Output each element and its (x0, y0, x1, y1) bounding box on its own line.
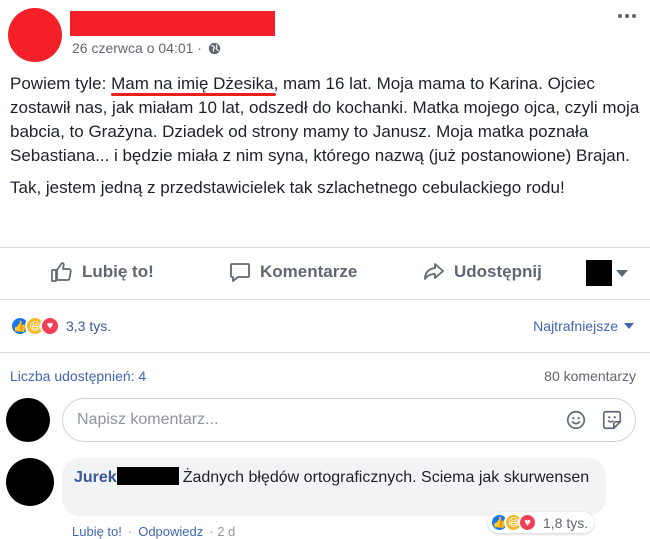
emoji-icon[interactable] (565, 409, 587, 431)
audience-selector[interactable] (586, 260, 628, 286)
more-options-icon[interactable] (618, 14, 636, 18)
author-avatar-redacted[interactable] (8, 8, 62, 62)
redacted-avatar-small (586, 260, 612, 286)
post-body: Powiem tyle: Mam na imię Dżesika, mam 16… (10, 72, 640, 208)
sort-label: Najtrafniejsze (533, 318, 618, 334)
share-arrow-icon (424, 263, 444, 280)
like-button[interactable]: Lubię to! (50, 260, 154, 284)
comment-sort-dropdown[interactable]: Najtrafniejsze (533, 318, 634, 334)
reactions-summary[interactable]: 👍 😆 ♥ 3,3 tys. (10, 316, 111, 336)
commenter-avatar[interactable] (6, 458, 54, 506)
post-paragraph-2: Tak, jestem jedną z przedstawicielek tak… (10, 178, 565, 197)
comment-reactions-count: 1,8 tys. (543, 514, 589, 531)
redacted-surname (116, 467, 179, 485)
comment-text: Żadnych błędów ortograficznych. Sciema j… (182, 469, 590, 486)
post-meta: 26 czerwca o 04:01 · (72, 40, 221, 56)
comment-count[interactable]: 80 komentarzy (544, 368, 636, 384)
author-name-redacted[interactable] (70, 11, 275, 36)
comment-reaction-icons: 👍 😆 ♥ (490, 513, 537, 532)
love-reaction-icon: ♥ (518, 513, 537, 532)
current-user-avatar[interactable] (6, 398, 50, 442)
highlighted-phrase: Mam na imię Dżesika (111, 74, 274, 93)
thumbs-up-icon (51, 262, 72, 282)
divider (0, 247, 650, 248)
globe-icon (208, 42, 221, 54)
share-count-link[interactable]: Liczba udostępnień: 4 (10, 368, 146, 384)
divider (0, 352, 650, 353)
comment-bubble: Jurek Żadnych błędów ortograficznych. Sci… (62, 458, 606, 516)
comment-button[interactable]: Komentarze (228, 260, 357, 284)
post-timestamp[interactable]: 26 czerwca o 04:01 · (72, 40, 202, 56)
post-paragraph-1: Powiem tyle: Mam na imię Dżesika, mam 16… (10, 74, 640, 165)
comment-input[interactable] (75, 410, 565, 430)
love-reaction-icon: ♥ (40, 316, 60, 336)
chevron-down-icon (616, 269, 628, 277)
comment-reactions[interactable]: 👍 😆 ♥ 1,8 tys. (488, 512, 595, 533)
reactions-count[interactable]: 3,3 tys. (66, 318, 111, 334)
share-button[interactable]: Udostępnij (422, 260, 542, 284)
comment-author[interactable]: Jurek (74, 469, 117, 486)
chevron-down-icon (624, 323, 634, 329)
reaction-icons: 👍 😆 ♥ (10, 316, 60, 336)
comment-input-box[interactable] (62, 398, 636, 442)
sticker-icon[interactable] (601, 409, 623, 431)
comment-bubble-icon (230, 263, 250, 282)
divider (0, 299, 650, 300)
